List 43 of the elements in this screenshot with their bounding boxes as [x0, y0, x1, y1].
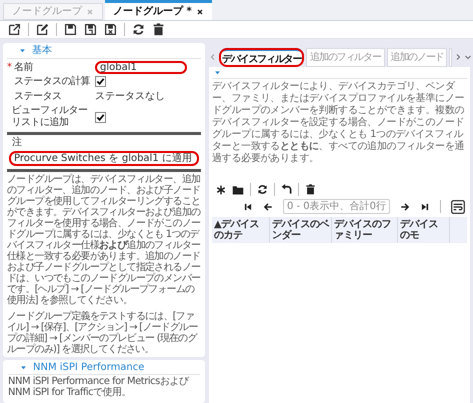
refresh-icon[interactable] — [132, 23, 145, 36]
first-page-icon[interactable] — [242, 202, 253, 212]
note-label: 注 — [11, 136, 23, 149]
next-icon[interactable] — [400, 202, 410, 212]
field-label: ビューフィルターリストに追加 — [11, 105, 88, 129]
column-header[interactable]: デバイスのベンダー — [270, 217, 332, 243]
filter-description: デバイスフィルターにより、デバイスカテゴリ、ベンダー、ファミリ、またはデバイスプロファイルを基準にノードグループのメンバーを判断することができます。複数のデバイスフィルターを設定する場合、ノードがこのノードグループに属するには、少なくとも 1つのデバイスフィルターと一致するとともに、すべての追加のフィルターを通過する必要があります。 — [212, 80, 466, 165]
asterisk-icon[interactable] — [216, 184, 226, 194]
checkbox[interactable] — [95, 112, 106, 122]
help-text: ノードグループ定義をテストするには、[ファイル] → [保存]、[アクション] → [ノードグループの詳細] → [メンバーのプレビュー (現在のグループのみ)] を選択してください。 — [7, 311, 199, 355]
edit-icon[interactable] — [36, 23, 49, 36]
chevron-down-icon[interactable] — [464, 53, 472, 61]
section-header[interactable]: 基本 — [7, 43, 201, 59]
previous-icon[interactable] — [262, 202, 273, 212]
field-label: ステータスの計算 — [14, 76, 90, 88]
column-header[interactable]: デバイスのモ — [398, 217, 450, 243]
collapse-icon[interactable] — [20, 364, 27, 370]
collapse-icon[interactable] — [19, 47, 26, 54]
undo-icon[interactable] — [281, 184, 292, 195]
last-page-icon[interactable] — [420, 202, 430, 212]
help-text: ノードグループは、デバイスフィルター、追加のフィルター、追加のノード、および子ノードグループを使用してフィルターリングすることができます。デバイスフィルターおよび追加のフィルターを使用する場合、ノードがこのノードグループに属するには、少なくとも 1つのデバイスフィルター仕様および追加のフィルター仕様と一致する必要があります。追加のノードおよび子ノードグループとして指定されるノードは、いつでもこのノードグループのメンバーです。[ヘルプ] → [ノードグループフォームの使用法] を参照してください。 — [7, 174, 201, 306]
document-tab[interactable]: ノードグループ * — [105, 0, 212, 20]
checkbox[interactable] — [95, 76, 106, 87]
page-status-field: 0 - 0表示中、合計0行 — [282, 199, 390, 214]
status-value: ステータスなし — [95, 90, 165, 104]
column-header[interactable]: ▲デバイスのカテ — [212, 217, 270, 243]
section-text: NNM iSPI Performance for MetricsおよびNNM iSPI for Trafficで使用。 — [8, 375, 190, 398]
wrap-icon[interactable] — [451, 200, 465, 214]
collapse-icon[interactable] — [214, 69, 221, 76]
section-header[interactable]: NNM iSPI Performance — [8, 360, 200, 375]
save-icon[interactable] — [64, 23, 77, 36]
required-mark: * — [7, 62, 13, 74]
trash-icon[interactable] — [305, 184, 316, 195]
column-header[interactable]: デバイスのファミリー — [332, 217, 398, 243]
field-label: 名前 — [14, 62, 33, 74]
filter-tab[interactable]: デバイスフィルター — [219, 48, 304, 67]
field-label: ステータス — [14, 90, 62, 102]
close-icon[interactable] — [196, 8, 204, 16]
refresh-icon[interactable] — [257, 184, 268, 195]
open-icon[interactable] — [8, 23, 21, 36]
folder-icon[interactable] — [232, 184, 244, 196]
trash-icon[interactable] — [152, 23, 165, 36]
chevron-right-icon[interactable] — [454, 53, 462, 61]
